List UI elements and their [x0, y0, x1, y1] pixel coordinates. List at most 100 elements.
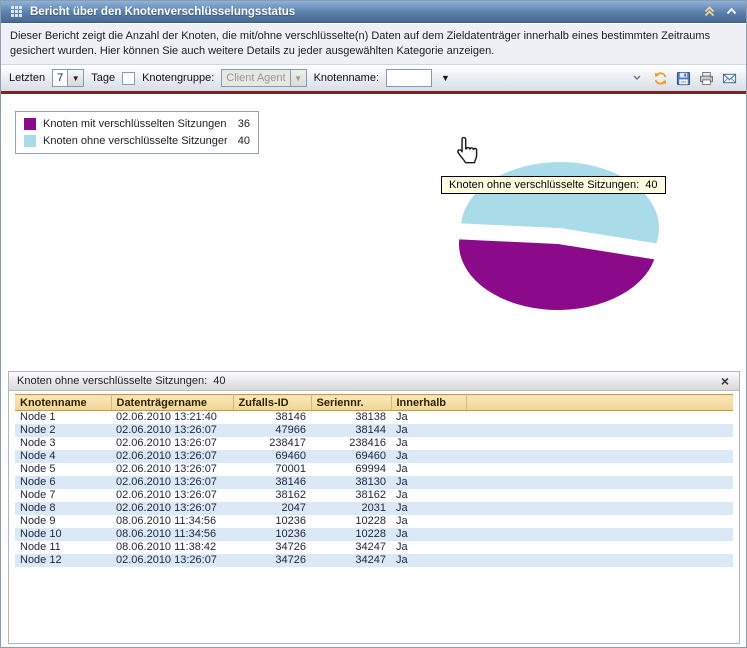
table-cell-filler [466, 463, 733, 476]
node-name-input[interactable] [386, 69, 433, 87]
table-cell: Node 1 [20, 411, 56, 423]
days-select[interactable]: 7 ▼ [52, 69, 85, 87]
table-cell-filler [466, 554, 733, 567]
pie-slice-encrypted[interactable] [458, 239, 655, 311]
table-cell: Node 3 [20, 437, 56, 449]
page-title: Bericht über den Knotenverschlüsselungss… [30, 5, 296, 18]
table-cell: 38138 [355, 411, 386, 423]
collapse-panel-icon[interactable] [723, 4, 739, 20]
table-row: Node 10 08.06.2010 11:34:56 10236 10228 Ja [15, 528, 733, 541]
table-cell: 02.06.2010 13:26:07 [111, 502, 233, 515]
table-cell: 10228 [355, 515, 386, 527]
email-icon[interactable] [720, 69, 738, 87]
knotengruppe-label: Knotengruppe: [142, 72, 215, 84]
table-cell: 02.06.2010 13:26:07 [111, 554, 233, 567]
table-row: Node 1 02.06.2010 13:21:40 38146 38138 Ja [15, 411, 733, 425]
column-header: Knotenname [15, 394, 112, 411]
table-row: Node 8 02.06.2010 13:26:07 2047 2031 Ja [15, 502, 733, 515]
legend-item[interactable]: Knoten mit verschlüsselten Sitzungen 36 [24, 118, 250, 130]
table-cell: Ja [396, 515, 408, 527]
node-group-checkbox[interactable] [122, 71, 136, 85]
table-cell: Node 12 [15, 554, 111, 567]
report-window: Bericht über den Knotenverschlüsselungss… [0, 0, 747, 648]
close-icon[interactable]: × [719, 374, 731, 388]
table-cell: Ja [391, 424, 466, 437]
table-cell: Ja [391, 450, 466, 463]
table-cell-filler [466, 502, 733, 515]
table-cell: 69994 [355, 463, 386, 475]
letzten-label: Letzten [9, 72, 46, 84]
table-cell: Node 5 [20, 463, 56, 475]
table-body: Node 1 02.06.2010 13:21:40 38146 38138 Ja Nod… [15, 411, 733, 567]
table-cell: 08.06.2010 11:34:56 [111, 528, 233, 541]
table-cell: 02.06.2010 13:26:07 [111, 424, 233, 437]
table-cell: 38146 [233, 476, 311, 489]
knotenname-label: Knotenname: [313, 72, 380, 84]
table-row: Node 11 08.06.2010 11:38:42 34726 34247 Ja [15, 541, 733, 554]
legend-item[interactable]: Knoten ohne verschlüsselte Sitzunger 40 [24, 135, 250, 147]
table-cell: Ja [396, 463, 408, 475]
collapse-all-icon[interactable] [701, 4, 717, 20]
table-cell: Ja [396, 489, 408, 501]
detail-panel-title: Knoten ohne verschlüsselte Sitzungen: 40 [17, 375, 226, 387]
table-row: Node 4 02.06.2010 13:26:07 69460 69460 Ja [15, 450, 733, 463]
report-grid-icon [8, 4, 24, 20]
table-cell: 47966 [233, 424, 311, 437]
table-cell: Ja [396, 411, 408, 423]
pie-slice-unencrypted[interactable] [461, 161, 659, 244]
detail-panel: Knoten ohne verschlüsselte Sitzungen: 40… [8, 371, 740, 644]
table-cell-filler [466, 424, 733, 437]
toolbar-more-icon[interactable] [628, 69, 646, 87]
table-cell: 69460 [311, 450, 391, 463]
table-cell-filler [466, 450, 733, 463]
table-cell-filler [466, 411, 733, 425]
table-row: Node 3 02.06.2010 13:26:07 238417 238416 Ja [15, 437, 733, 450]
node-name-dropdown-icon[interactable]: ▼ [441, 73, 450, 83]
table-cell: 38162 [355, 489, 386, 501]
table-cell: Node 2 [15, 424, 111, 437]
table-cell: Node 4 [15, 450, 111, 463]
table-cell: Ja [391, 502, 466, 515]
save-icon[interactable] [674, 69, 692, 87]
detail-table-wrap: Knotenname Datenträgername Zufalls-ID Serie… [15, 394, 733, 567]
table-cell: 02.06.2010 13:21:40 [116, 411, 217, 423]
table-cell: 34247 [311, 554, 391, 567]
table-cell: 69460 [233, 450, 311, 463]
chevron-down-icon: ▼ [289, 70, 306, 86]
table-cell-filler [466, 541, 733, 554]
column-header-filler [466, 394, 733, 411]
table-row: Node 7 02.06.2010 13:26:07 38162 38162 Ja [15, 489, 733, 502]
legend-label: Knoten mit verschlüsselten Sitzungen [43, 118, 227, 130]
table-cell: Node 6 [15, 476, 111, 489]
table-cell: 2031 [311, 502, 391, 515]
table-cell: 38144 [311, 424, 391, 437]
table-cell: 10236 [233, 528, 311, 541]
table-cell-filler [466, 528, 733, 541]
title-bar: Bericht über den Knotenverschlüsselungss… [1, 1, 746, 23]
toolbar-actions [628, 69, 738, 87]
print-icon[interactable] [697, 69, 715, 87]
table-cell: Ja [396, 541, 408, 553]
table-cell: 08.06.2010 11:38:42 [116, 541, 217, 553]
table-cell-filler [466, 515, 733, 528]
column-header: Datenträgername [111, 394, 234, 411]
table-cell: Node 8 [15, 502, 111, 515]
table-cell: Ja [391, 554, 466, 567]
table-cell-filler [466, 489, 733, 502]
table-cell: 38146 [275, 411, 306, 423]
table-cell: Node 10 [15, 528, 111, 541]
legend-label: Knoten ohne verschlüsselte Sitzunger [43, 135, 227, 147]
table-cell: Node 7 [20, 489, 56, 501]
legend-value: 36 [237, 118, 250, 130]
table-cell-filler [466, 437, 733, 450]
tage-label: Tage [91, 72, 116, 84]
table-cell: Node 9 [20, 515, 56, 527]
chevron-down-icon[interactable]: ▼ [67, 70, 84, 86]
table-cell: 02.06.2010 13:26:07 [116, 437, 217, 449]
table-cell: 02.06.2010 13:26:07 [111, 476, 233, 489]
table-row: Node 2 02.06.2010 13:26:07 47966 38144 Ja [15, 424, 733, 437]
chart-tooltip: Knoten ohne verschlüsselte Sitzungen: 40 [441, 176, 666, 194]
table-cell: Node 11 [20, 541, 61, 553]
table-cell: 02.06.2010 13:26:07 [116, 489, 217, 501]
refresh-icon[interactable] [651, 69, 669, 87]
